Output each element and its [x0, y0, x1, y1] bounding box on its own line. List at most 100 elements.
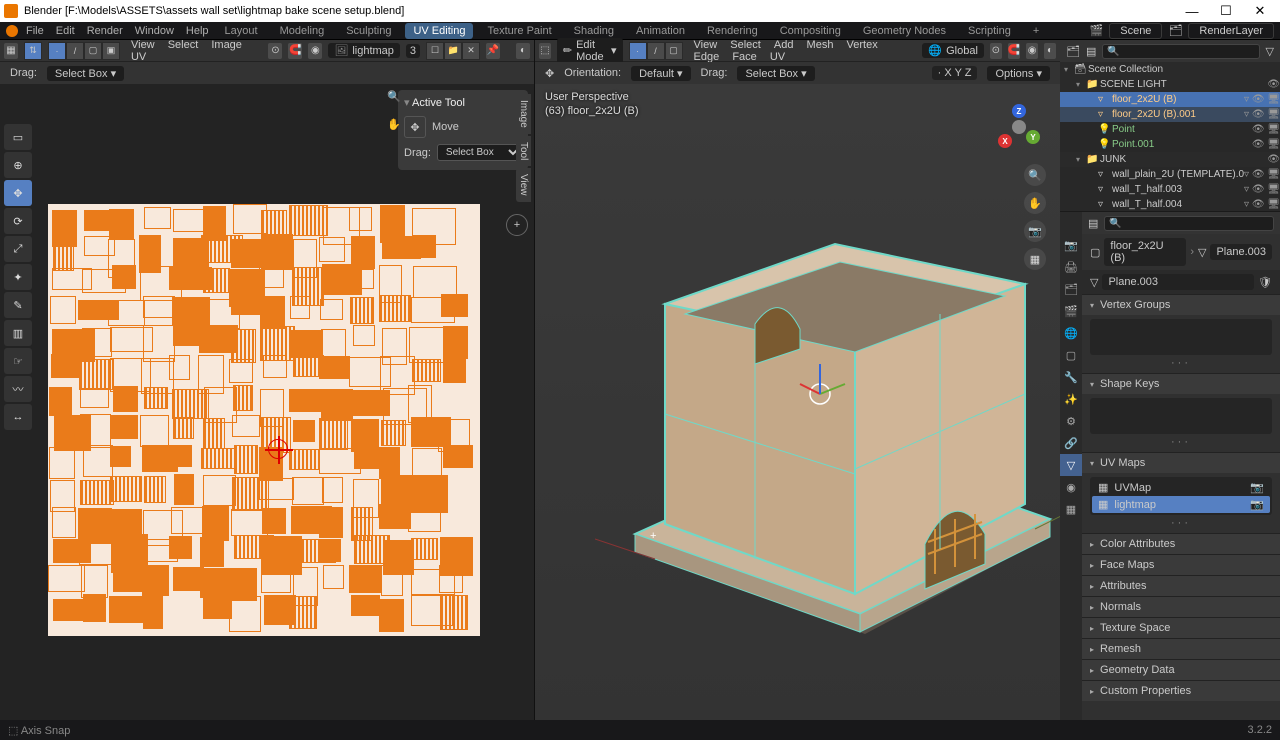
outliner-row[interactable]: ▿wall_T_half.004▿ 👁 🖥: [1060, 197, 1280, 212]
section-header-uv-maps[interactable]: UV Maps: [1082, 453, 1280, 473]
uv-select-face-button[interactable]: ▢: [84, 42, 102, 60]
menu-file[interactable]: File: [26, 25, 44, 37]
camera-icon[interactable]: 📷: [1250, 481, 1264, 494]
section-header-normals[interactable]: Normals: [1082, 597, 1280, 617]
tab-modeling[interactable]: Modeling: [272, 23, 333, 39]
vp-menu-add[interactable]: Add: [774, 39, 794, 51]
uvmap-item[interactable]: ▦UVMap📷: [1092, 479, 1270, 496]
pivot-button[interactable]: ⊙: [990, 43, 1002, 59]
gizmo-icon[interactable]: ✥: [545, 67, 554, 80]
minimize-button[interactable]: —: [1176, 1, 1208, 21]
menu-render[interactable]: Render: [87, 25, 123, 37]
fake-user-button[interactable]: 🛡: [1258, 276, 1272, 289]
uv-view[interactable]: ▭ ⊕ ✥ ⟳ ⤢ ✦ ✎ ▥ ☞ 〰 ↔ + ▾ Active Tool ✥ …: [0, 84, 534, 720]
tool-grab[interactable]: ☞: [4, 348, 32, 374]
tab-rendering[interactable]: Rendering: [699, 23, 766, 39]
prop-tab-scene[interactable]: 🎬: [1060, 300, 1082, 322]
bc-data[interactable]: Plane.003: [1210, 244, 1272, 260]
uv-tab-tool[interactable]: Tool: [516, 136, 531, 166]
image-new-button[interactable]: ☐: [426, 42, 444, 60]
nav-gizmo[interactable]: X Y Z: [996, 104, 1040, 148]
tab-compositing[interactable]: Compositing: [772, 23, 849, 39]
prop-edit-button[interactable]: ◉: [1026, 43, 1038, 59]
section-header-texture-space[interactable]: Texture Space: [1082, 618, 1280, 638]
uv-canvas[interactable]: [48, 204, 480, 636]
sel-edge-button[interactable]: /: [647, 42, 665, 60]
tab-sculpting[interactable]: Sculpting: [338, 23, 399, 39]
vp-menu-vertex[interactable]: Vertex: [847, 39, 878, 51]
maximize-button[interactable]: ☐: [1210, 1, 1242, 21]
props-type-icon[interactable]: ▤: [1088, 217, 1098, 230]
outliner-row[interactable]: 💡Point.001👁 🖥: [1060, 137, 1280, 152]
prop-tab-world[interactable]: 🌐: [1060, 322, 1082, 344]
overlay-icon[interactable]: ◐: [516, 43, 530, 59]
orient-select[interactable]: Default ▾: [631, 66, 690, 81]
mode-selector[interactable]: ✏ Edit Mode ▾: [557, 38, 623, 64]
tab-animation[interactable]: Animation: [628, 23, 693, 39]
outliner-row[interactable]: ▾📁SCENE LIGHT👁: [1060, 77, 1280, 92]
uv-select-edge-button[interactable]: /: [66, 42, 84, 60]
tab-uv-editing[interactable]: UV Editing: [405, 23, 473, 39]
pivot-icon[interactable]: ⊙: [268, 43, 282, 59]
section-header-geometry-data[interactable]: Geometry Data: [1082, 660, 1280, 680]
uv-sync-button[interactable]: ⇅: [24, 42, 42, 60]
image-unlink-button[interactable]: ✕: [462, 42, 480, 60]
menu-help[interactable]: Help: [186, 25, 209, 37]
camera-icon[interactable]: 📷: [1250, 498, 1264, 511]
zoom-icon[interactable]: 🔍: [1024, 164, 1046, 186]
uv-menu-uv[interactable]: UV: [131, 51, 146, 63]
prop-tab-data[interactable]: ▽: [1060, 454, 1082, 476]
axis-lock-xyz[interactable]: · X Y Z: [932, 66, 978, 80]
section-header-face-maps[interactable]: Face Maps: [1082, 555, 1280, 575]
scene-name-field[interactable]: Scene: [1109, 23, 1162, 39]
vp-menu-uv[interactable]: UV: [770, 51, 785, 63]
section-header-color-attributes[interactable]: Color Attributes: [1082, 534, 1280, 554]
image-open-button[interactable]: 📁: [444, 42, 462, 60]
image-usercount[interactable]: 3: [406, 44, 420, 58]
tool-cursor[interactable]: ⊕: [4, 152, 32, 178]
uv-tab-image[interactable]: Image: [516, 94, 531, 134]
outliner-filter-icon[interactable]: ▽: [1266, 45, 1274, 58]
bc-object[interactable]: floor_2x2U (B): [1104, 238, 1186, 266]
mesh-name-field[interactable]: Plane.003: [1102, 274, 1254, 290]
tool-transform[interactable]: ✦: [4, 264, 32, 290]
tab-texture-paint[interactable]: Texture Paint: [479, 23, 559, 39]
vp-drag-select[interactable]: Select Box ▾: [737, 66, 814, 81]
tool-pinch[interactable]: ↔: [4, 404, 32, 430]
uvmap-list[interactable]: ▦UVMap📷 ▦lightmap📷: [1090, 477, 1272, 515]
tab-geometry-nodes[interactable]: Geometry Nodes: [855, 23, 954, 39]
outliner-row[interactable]: ▿floor_2x2U (B).001▿ 👁 🖥: [1060, 107, 1280, 122]
outliner-mode-icon[interactable]: ▤: [1086, 45, 1096, 58]
tab-add[interactable]: +: [1025, 23, 1047, 39]
outliner-row[interactable]: ▿wall_plain_2U (TEMPLATE).003▿ 👁 🖥: [1060, 167, 1280, 182]
tool-rip[interactable]: ▥: [4, 320, 32, 346]
uv-select-vert-button[interactable]: ·: [48, 42, 66, 60]
viewport-3d[interactable]: User Perspective (63) floor_2x2U (B) X Y…: [535, 84, 1060, 720]
vp-menu-face[interactable]: Face: [732, 51, 756, 63]
uv-menu-view[interactable]: View: [131, 39, 155, 51]
props-search[interactable]: [1104, 216, 1274, 231]
prop-tab-physics[interactable]: ⚙: [1060, 410, 1082, 432]
uvmap-item-active[interactable]: ▦lightmap📷: [1092, 496, 1270, 513]
uv-drag-select[interactable]: Select Box ▾: [47, 66, 124, 81]
tool-move[interactable]: ✥: [4, 180, 32, 206]
uv-zoom-icon[interactable]: 🔍: [384, 90, 404, 110]
vp-editor-type-icon[interactable]: ⬚: [539, 43, 551, 59]
sel-vert-button[interactable]: ·: [629, 42, 647, 60]
image-selector[interactable]: 🖼 lightmap: [328, 43, 400, 58]
prop-tab-particle[interactable]: ✨: [1060, 388, 1082, 410]
tool-scale[interactable]: ⤢: [4, 236, 32, 262]
vp-menu-edge[interactable]: Edge: [694, 51, 720, 63]
tool-drag-select[interactable]: Select Box: [437, 144, 522, 161]
prop-tab-texture[interactable]: ▦: [1060, 498, 1082, 520]
pin-icon[interactable]: 📌: [486, 43, 500, 59]
outliner-type-icon[interactable]: 🗂: [1066, 45, 1080, 58]
uv-tab-view[interactable]: View: [516, 168, 531, 202]
menu-window[interactable]: Window: [135, 25, 174, 37]
uv-editor-type-icon[interactable]: ▦: [4, 43, 18, 59]
outliner-row[interactable]: 💡Point👁 🖥: [1060, 122, 1280, 137]
uv-menu-image[interactable]: Image: [211, 39, 242, 51]
orientation-select[interactable]: 🌐 Global: [922, 43, 984, 58]
section-header-shape-keys[interactable]: Shape Keys: [1082, 374, 1280, 394]
close-button[interactable]: ✕: [1244, 1, 1276, 21]
